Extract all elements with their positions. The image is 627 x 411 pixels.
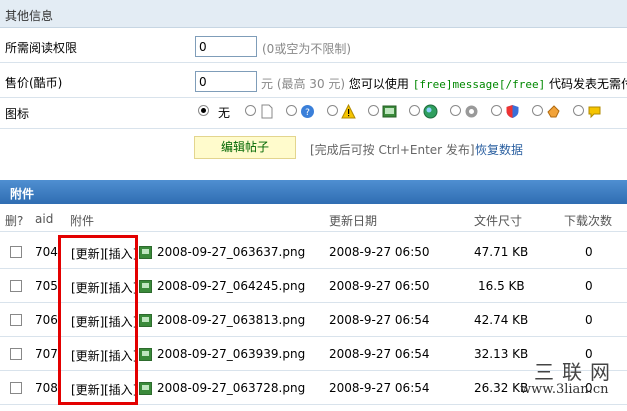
row-filename[interactable]: 2008-09-27_063939.png	[157, 347, 305, 361]
price-hint-post: 代码发表无需付费	[549, 77, 627, 91]
shield-icon	[506, 105, 519, 118]
row-downloads: 0	[585, 245, 593, 259]
col-delete: 删?	[5, 214, 24, 228]
image-file-icon	[139, 348, 152, 361]
row-size: 47.71 KB	[474, 245, 529, 259]
icon-radio-gear[interactable]	[450, 105, 461, 116]
col-update-date: 更新日期	[329, 214, 378, 228]
read-permission-hint: (0或空为不限制)	[262, 42, 351, 56]
watermark-url: www.3lian.cn	[520, 382, 609, 397]
speech-bubble-icon	[588, 106, 601, 119]
attachments-title: 附件	[10, 187, 35, 201]
attachments-header: 附件	[0, 180, 627, 204]
icon-radio-none[interactable]	[198, 105, 209, 116]
icon-radio-shield[interactable]	[491, 105, 502, 116]
highlight-box	[58, 235, 138, 405]
attachments-table-header: 删? aid 附件 更新日期 文件尺寸 下载次数	[0, 206, 627, 232]
other-info-header: 其他信息	[0, 0, 627, 28]
row-date: 2008-9-27 06:54	[329, 313, 430, 327]
icon-label: 图标	[5, 107, 30, 121]
row-date: 2008-9-27 06:54	[329, 347, 430, 361]
warning-icon	[341, 104, 356, 119]
price-hint: 元 (最高 30 元) 您可以使用 [free]message[/free] 代…	[261, 75, 627, 92]
row-aid: 708	[35, 381, 58, 395]
watermark-text: 三联网	[534, 360, 618, 384]
image-file-icon	[139, 246, 152, 259]
delete-checkbox[interactable]	[10, 382, 22, 394]
col-attachment: 附件	[70, 214, 95, 228]
row-filename[interactable]: 2008-09-27_063637.png	[157, 245, 305, 259]
other-info-title: 其他信息	[5, 9, 54, 23]
globe-icon	[423, 104, 438, 119]
price-row: 售价(酷币) 元 (最高 30 元) 您可以使用 [free]message[/…	[0, 64, 627, 98]
price-input[interactable]	[195, 71, 257, 92]
read-permission-row: 所需阅读权限 (0或空为不限制)	[0, 29, 627, 63]
row-date: 2008-9-27 06:54	[329, 381, 430, 395]
price-label: 售价(酷币)	[5, 76, 63, 90]
read-permission-input[interactable]	[195, 36, 257, 57]
ctrl-enter-hint: [完成后可按 Ctrl+Enter 发布]	[310, 143, 475, 157]
icon-radio-globe[interactable]	[409, 105, 420, 116]
hand-icon	[547, 105, 560, 118]
image-file-icon	[139, 280, 152, 293]
row-aid: 704	[35, 245, 58, 259]
row-aid: 705	[35, 279, 58, 293]
col-downloads: 下载次数	[564, 214, 613, 228]
question-icon: ?	[301, 105, 314, 118]
col-aid: aid	[35, 212, 54, 226]
icon-radio-warning[interactable]	[327, 105, 338, 116]
delete-checkbox[interactable]	[10, 348, 22, 360]
image-file-icon	[139, 382, 152, 395]
icon-none-label: 无	[218, 106, 231, 120]
restore-data-link[interactable]: 恢复数据	[475, 141, 523, 158]
price-hint-mid: 您可以使用	[348, 77, 409, 91]
read-permission-label: 所需阅读权限	[5, 41, 78, 55]
row-filename[interactable]: 2008-09-27_063728.png	[157, 381, 305, 395]
row-date: 2008-9-27 06:50	[329, 279, 430, 293]
row-size: 42.74 KB	[474, 313, 529, 327]
row-downloads: 0	[585, 279, 593, 293]
icon-radio-hand[interactable]	[532, 105, 543, 116]
delete-checkbox[interactable]	[10, 314, 22, 326]
row-size: 16.5 KB	[478, 279, 525, 293]
row-filename[interactable]: 2008-09-27_063813.png	[157, 313, 305, 327]
edit-post-button[interactable]: 编辑帖子	[194, 136, 296, 159]
picture-icon	[382, 105, 397, 118]
free-code: [free]message[/free]	[412, 78, 546, 91]
col-file-size: 文件尺寸	[474, 214, 523, 228]
delete-checkbox[interactable]	[10, 280, 22, 292]
icon-radio-picture[interactable]	[368, 105, 379, 116]
row-downloads: 0	[585, 313, 593, 327]
icon-radio-question[interactable]	[286, 105, 297, 116]
delete-checkbox[interactable]	[10, 246, 22, 258]
row-aid: 707	[35, 347, 58, 361]
svg-text:?: ?	[305, 108, 310, 118]
row-date: 2008-9-27 06:50	[329, 245, 430, 259]
icon-radio-page[interactable]	[245, 105, 256, 116]
price-hint-range: 元 (最高 30 元)	[261, 77, 346, 91]
watermark: 三联网 www.3lian.cn	[512, 356, 627, 411]
gear-icon	[465, 105, 478, 118]
page-icon	[261, 104, 273, 119]
row-filename[interactable]: 2008-09-27_064245.png	[157, 279, 305, 293]
image-file-icon	[139, 314, 152, 327]
icon-radio-speech[interactable]	[573, 105, 584, 116]
row-aid: 706	[35, 313, 58, 327]
